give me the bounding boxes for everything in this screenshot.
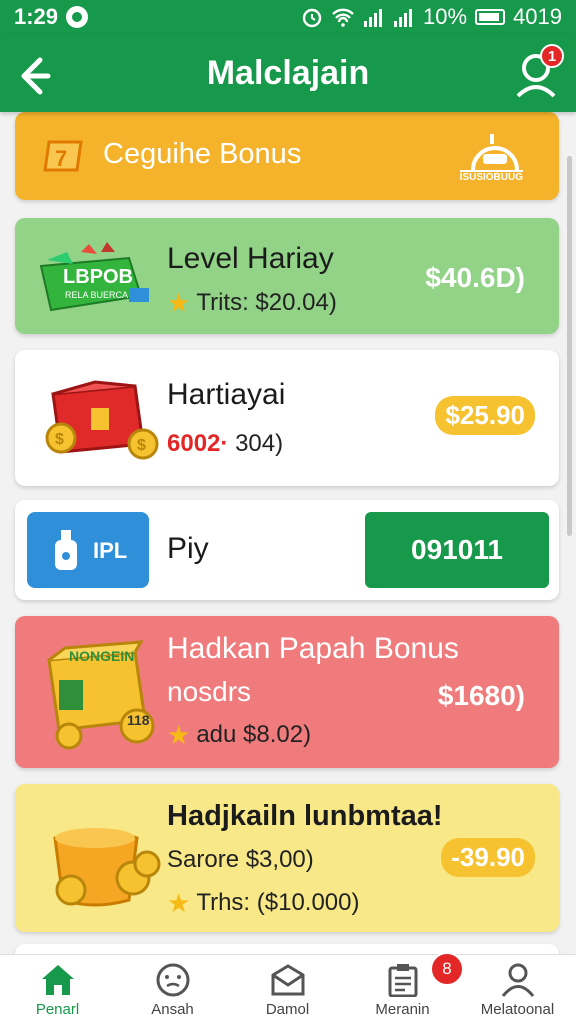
reward-box-label: ISUSIOBUUG: [459, 170, 523, 183]
page-title: Malclajain: [206, 53, 370, 92]
hartiay-card-subtitle: 6002· 304): [167, 430, 284, 457]
clipboard-icon: [388, 964, 418, 997]
piy-card[interactable]: IPL Piy 091011: [15, 500, 559, 600]
nav-label: Ansah: [151, 1001, 194, 1018]
level-card-title: Level Hariay: [167, 242, 334, 275]
treasure-chest-icon: $ $: [45, 380, 159, 460]
nav-item-profile[interactable]: Melatoonal: [460, 955, 575, 1024]
svg-text:7: 7: [55, 146, 67, 171]
svg-text:$: $: [137, 437, 146, 454]
signal-icon-2: [394, 9, 412, 27]
hartiay-card[interactable]: $ $ Hartiayai 6002· 304) $25.90: [15, 350, 559, 486]
nav-item-support[interactable]: Ansah: [115, 955, 230, 1024]
status-bar: 1:29 10% 4019: [0, 0, 576, 34]
papah-bonus-card-detail: ★ adu $8.02): [167, 720, 312, 750]
home-icon: [42, 965, 74, 995]
nav-item-home[interactable]: Penarl: [0, 955, 115, 1024]
app-header: Malclajain 1: [0, 34, 576, 112]
nav-label: Penarl: [35, 1001, 80, 1018]
gift-box-sublabel: RELA BUERCA: [65, 290, 129, 300]
nav-label: Melatoonal: [480, 1001, 555, 1018]
hadikain-card-title: Hadjkailn lunbmtaa!: [167, 800, 443, 832]
nav-label: Damol: [265, 1001, 310, 1018]
bonus-card-title: Ceguihe Bonus: [103, 138, 302, 170]
money-box-number: 118: [127, 712, 150, 728]
star-icon: ★: [167, 720, 191, 750]
scrollbar[interactable]: [567, 156, 572, 536]
piy-tile-label: IPL: [93, 538, 128, 563]
hadikain-card-amount: -39.90: [441, 838, 535, 877]
level-card[interactable]: LBPOB RELA BUERCA Level Hariay ★ Trits: $…: [15, 218, 559, 334]
bottom-nav: Penarl Ansah Damol Meranin Melatoonal: [0, 954, 576, 1024]
level-card-subtitle: ★ Trits: $20.04): [167, 288, 337, 318]
papah-bonus-card-title: Hadkan Papah Bonus: [167, 632, 459, 665]
battery-icon: [475, 9, 506, 25]
wifi-icon: [332, 8, 354, 27]
status-icons: 10% 4019: [301, 4, 562, 30]
hartiay-card-subtitle-red: 6002·: [167, 430, 229, 457]
hartiay-card-title: Hartiayai: [167, 378, 286, 411]
piy-card-title: Piy: [167, 532, 209, 565]
bonus-list: 7 Ceguihe Bonus ISUSIOBUUG LBPOB RELA BU…: [0, 112, 576, 954]
papah-bonus-card[interactable]: NONGEIN 118 Hadkan Papah Bonus nosdrs ★ a…: [15, 616, 559, 768]
nav-notification-badge: 8: [430, 952, 464, 986]
gift-box-label: LBPOB: [63, 266, 133, 288]
bonus-card[interactable]: 7 Ceguihe Bonus ISUSIOBUUG: [15, 112, 559, 200]
hadikain-card-subtitle: Sarore $3,00): [167, 846, 314, 873]
notification-badge[interactable]: 1: [540, 44, 564, 68]
coin-cup-icon: [53, 828, 161, 907]
app-notification-icon: [66, 6, 89, 28]
level-card-amount: $40.6D): [425, 262, 525, 293]
signal-icon: [364, 9, 382, 27]
hadikain-card[interactable]: Hadjkailn lunbmtaa! Sarore $3,00) ★ Trhs:…: [15, 784, 559, 932]
ticket-icon: 7: [43, 140, 83, 172]
support-icon: [156, 963, 190, 997]
star-icon: ★: [167, 288, 191, 318]
status-extra: 4019: [513, 4, 562, 29]
svg-text:$: $: [55, 431, 64, 448]
hadikain-card-detail: ★ Trhs: ($10.000): [167, 888, 360, 918]
back-arrow-icon[interactable]: [14, 52, 58, 96]
status-time: 1:29: [14, 4, 59, 29]
user-icon: [501, 963, 535, 997]
nav-label: Meranin: [375, 1001, 430, 1018]
mail-icon: [271, 964, 305, 996]
nav-item-mail[interactable]: Damol: [230, 955, 345, 1024]
hartiay-card-amount: $25.90: [435, 396, 535, 435]
bottle-icon: [55, 530, 77, 570]
money-box-label: NONGEIN: [69, 648, 135, 664]
piy-code-button[interactable]: 091011: [365, 512, 549, 588]
battery-percent: 10%: [423, 4, 468, 29]
papah-bonus-card-amount: $1680): [437, 680, 525, 711]
list-item[interactable]: [15, 944, 559, 954]
papah-bonus-card-subtitle: nosdrs: [167, 676, 252, 707]
piy-tile: IPL: [27, 512, 149, 588]
star-icon: ★: [167, 888, 191, 918]
alarm-icon: [302, 8, 322, 28]
